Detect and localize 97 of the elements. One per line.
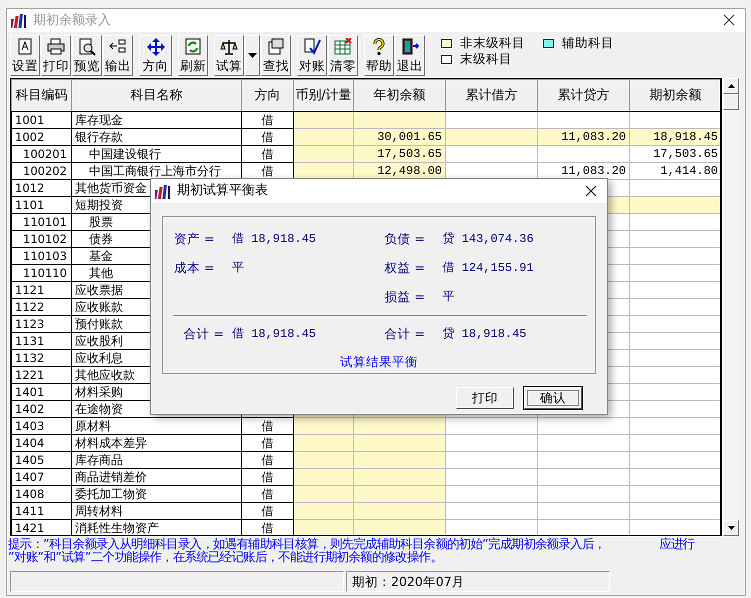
hint-text: 提示：”科目余额录入从明细科目录入，如遇有辅助科目核算，则先完成辅助科目余额的初始”完成期初余额录入后， <box>8 537 606 550</box>
balance-label: 合计 = <box>384 325 426 344</box>
account-code: 1131 <box>12 332 72 350</box>
checkmark-icon <box>303 38 321 56</box>
scroll-down-button[interactable] <box>723 520 739 536</box>
column-header[interactable]: 期初余额 <box>630 80 720 112</box>
dropdown-button[interactable] <box>245 35 260 76</box>
account-code: 110110 <box>12 264 72 282</box>
column-header[interactable]: 累计借方 <box>446 80 538 112</box>
result-text: 试算结果平衡 <box>339 353 419 371</box>
account-code: 110101 <box>12 214 72 230</box>
account-code: 110103 <box>12 248 72 264</box>
account-code: 1402 <box>12 400 72 418</box>
account-name: 委托加工物资 <box>72 486 242 502</box>
account-code: 1132 <box>12 350 72 366</box>
amount-cell: 18,918.45 <box>630 128 720 146</box>
column-header[interactable]: 方向 <box>242 80 294 112</box>
account-name: 商品进销差价 <box>72 468 242 486</box>
balance-label: 权益 = <box>384 259 426 278</box>
account-code: 1221 <box>12 366 72 384</box>
amount-cell: 11,083.20 <box>538 128 630 146</box>
grid-clear-icon <box>334 38 352 56</box>
toolbar-button[interactable]: 输出 <box>103 35 133 76</box>
account-name: 周转材料 <box>72 502 242 520</box>
window-title: 期初余额录入 <box>33 12 111 30</box>
dialog-button[interactable]: 确认 <box>524 387 582 409</box>
account-code: 1012 <box>12 180 72 196</box>
account-name: 库存商品 <box>72 452 242 468</box>
account-name: 材料成本差异 <box>72 434 242 452</box>
amount-cell: 30,001.65 <box>354 128 446 146</box>
account-code: 1122 <box>12 298 72 316</box>
caret-icon <box>248 53 257 58</box>
hint-text: ”对账”和”试算”二个功能操作，在系统已经记账后，不能进行期初余额的修改操作。 <box>8 550 442 563</box>
balance-value: 贷 143,074.36 <box>442 231 534 248</box>
account-code: 110102 <box>12 230 72 248</box>
toolbar-button[interactable]: 退出 <box>395 35 425 76</box>
balance-value: 借 124,155.91 <box>442 260 534 278</box>
toolbar-button[interactable]: 清零 <box>328 35 358 76</box>
account-code: 1001 <box>12 112 72 128</box>
document-icon <box>16 38 34 56</box>
refresh-icon <box>184 38 202 56</box>
toolbar-button[interactable]: 预览 <box>72 35 102 76</box>
account-code: 1101 <box>12 196 72 214</box>
account-code: 1403 <box>12 418 72 434</box>
account-code: 1408 <box>12 486 72 502</box>
amount-cell: 17,503.65 <box>354 146 446 162</box>
toolbar-button[interactable]: 刷新 <box>178 35 208 76</box>
account-code: 1407 <box>12 468 72 486</box>
books-icon <box>11 13 27 28</box>
up-arrow-icon <box>728 84 734 88</box>
account-name: 原材料 <box>72 418 242 434</box>
account-code: 1123 <box>12 316 72 332</box>
account-code: 1401 <box>12 384 72 400</box>
account-code: 100201 <box>12 146 72 162</box>
exit-door-icon <box>401 38 419 56</box>
toolbar-button[interactable]: 设置 <box>10 35 40 76</box>
account-code: 1002 <box>12 128 72 146</box>
preview-icon <box>78 38 96 56</box>
books-icon <box>155 184 171 198</box>
column-header[interactable]: 币别/计量 <box>294 80 354 112</box>
scrollbar[interactable] <box>723 78 740 536</box>
legend-label: 末级科目 <box>460 51 512 67</box>
toolbar-button[interactable]: 帮助 <box>364 35 394 76</box>
balance-label: 负债 = <box>384 230 426 248</box>
balance-value: 贷 18,918.45 <box>442 326 527 344</box>
account-name: 库存现金 <box>72 112 242 128</box>
toolbar-button[interactable]: 对账 <box>297 35 327 76</box>
account-code: 100202 <box>12 162 72 180</box>
scales-icon <box>220 38 238 56</box>
toolbar-button[interactable]: 方向 <box>139 35 172 76</box>
down-arrow-icon <box>728 526 734 530</box>
account-code: 1421 <box>12 520 72 535</box>
column-header[interactable]: 累计贷方 <box>538 80 630 112</box>
scroll-thumb[interactable] <box>723 94 739 110</box>
status-text: 期初：2020年07月 <box>346 571 610 592</box>
legend-label: 非末级科目 <box>460 35 525 51</box>
account-code: 1411 <box>12 502 72 520</box>
toolbar-button[interactable]: 查找 <box>261 35 291 76</box>
account-code: 1404 <box>12 434 72 452</box>
printer-icon <box>47 38 65 56</box>
toolbar-button[interactable]: 打印 <box>41 35 71 76</box>
scroll-up-button[interactable] <box>723 78 739 94</box>
account-code: 1121 <box>12 282 72 298</box>
dialog-button[interactable]: 打印 <box>456 387 514 409</box>
account-name: 银行存款 <box>72 128 242 146</box>
column-header[interactable]: 科目编码 <box>12 80 72 112</box>
balance-value: 平 <box>442 289 454 306</box>
toolbar-button[interactable]: 试算 <box>214 35 244 76</box>
balance-label: 损益 = <box>384 288 426 306</box>
cross-arrows-icon <box>146 38 164 56</box>
balance-label: 资产 = <box>174 230 216 248</box>
column-header[interactable]: 年初余额 <box>354 80 446 112</box>
account-code: 1405 <box>12 452 72 468</box>
account-name: 中国建设银行 <box>72 146 242 162</box>
column-header[interactable]: 科目名称 <box>72 80 242 112</box>
hint-text: 应进行 <box>659 537 694 550</box>
legend-label: 辅助科目 <box>562 35 614 51</box>
